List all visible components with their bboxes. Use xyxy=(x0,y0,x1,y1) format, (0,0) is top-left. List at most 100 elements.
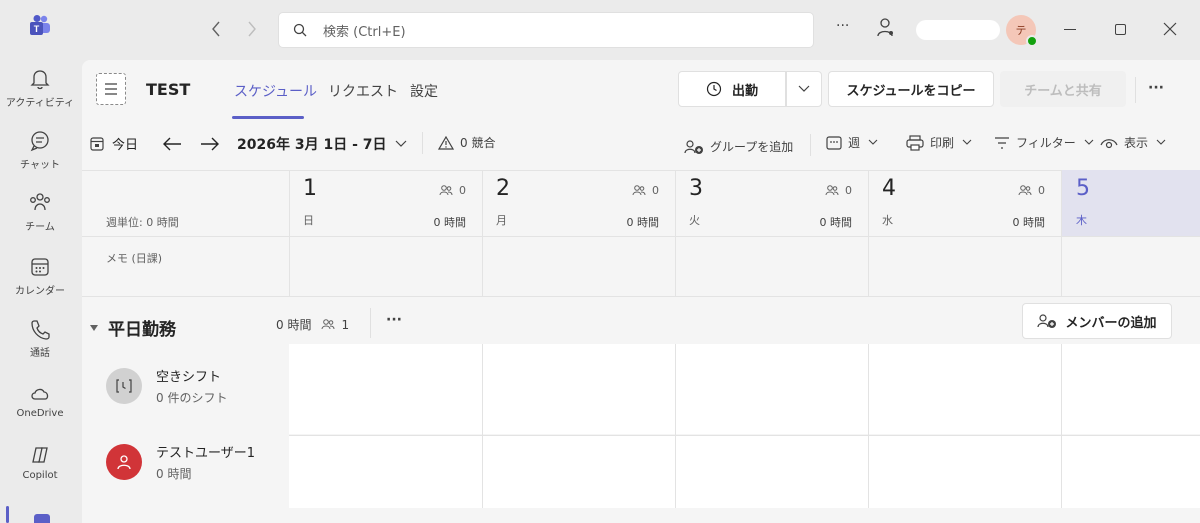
memo-label[interactable]: メモ (日課) xyxy=(106,250,162,266)
rail-label: チーム xyxy=(25,222,55,233)
day-member-count: 0 xyxy=(825,184,852,197)
day-member-count: 0 xyxy=(1018,184,1045,197)
day-header[interactable]: 4 0 水 0 時間 xyxy=(868,170,1061,236)
day-member-count: 0 xyxy=(632,184,659,197)
day-header[interactable]: 1 0 日 0 時間 xyxy=(289,170,482,236)
app-rail: アクティビティ チャット チーム カレンダー 通話 OneDrive Copil… xyxy=(0,60,80,523)
today-button[interactable]: 今日 xyxy=(90,134,138,153)
add-group-button[interactable]: グループを追加 xyxy=(684,138,793,155)
filter-label: フィルター xyxy=(1016,136,1076,150)
minimize-icon[interactable] xyxy=(1064,29,1076,30)
day-name: 木 xyxy=(1076,214,1087,227)
divider xyxy=(868,344,869,508)
tab-requests[interactable]: リクエスト xyxy=(328,81,398,101)
divider xyxy=(370,308,371,338)
day-hours: 0 時間 xyxy=(1012,216,1046,229)
day-header-today[interactable]: 5 木 xyxy=(1062,170,1200,236)
maximize-icon[interactable] xyxy=(1115,24,1126,35)
rail-label: 通話 xyxy=(30,348,50,359)
shifts-app-icon[interactable] xyxy=(34,514,50,523)
chevron-down-icon xyxy=(962,139,972,146)
day-hours: 0 時間 xyxy=(626,216,660,229)
more-actions-button[interactable]: ··· xyxy=(1148,80,1164,96)
title-bar: T 検索 (Ctrl+E) ··· テ xyxy=(0,0,1200,60)
next-week-arrow-icon[interactable] xyxy=(200,136,220,152)
back-arrow-icon[interactable] xyxy=(210,20,222,38)
divider xyxy=(1061,344,1062,508)
clock-in-label: 出勤 xyxy=(731,83,758,99)
rail-label: アクティビティ xyxy=(5,98,75,109)
member-count-value: 0 xyxy=(652,184,659,197)
group-collapse-toggle[interactable]: 平日勤務 xyxy=(90,315,176,340)
date-range-picker[interactable]: 2026年 3月 1日 - 7日 xyxy=(237,134,407,154)
print-dropdown[interactable]: 印刷 xyxy=(906,134,972,151)
search-icon xyxy=(293,23,307,37)
calendar-today-icon xyxy=(90,136,104,151)
clock-in-button[interactable]: 出勤 xyxy=(678,71,786,107)
active-tab-indicator xyxy=(232,116,304,119)
open-shifts-row-cells[interactable] xyxy=(289,344,1200,434)
view-label: 週 xyxy=(848,136,861,150)
printer-icon xyxy=(906,134,924,151)
previous-week-arrow-icon[interactable] xyxy=(162,136,182,152)
search-box[interactable]: 検索 (Ctrl+E) xyxy=(278,12,814,48)
add-member-button[interactable]: メンバーの追加 xyxy=(1022,303,1172,339)
divider xyxy=(1135,77,1136,103)
row-name: テストユーザー1 xyxy=(156,446,256,461)
account-name-pill[interactable] xyxy=(916,20,1000,40)
rail-item-activity[interactable]: アクティビティ xyxy=(0,68,80,109)
clock-in-dropdown[interactable] xyxy=(786,71,822,107)
day-name: 火 xyxy=(689,214,700,227)
rail-item-onedrive[interactable]: OneDrive xyxy=(0,382,80,419)
tab-settings[interactable]: 設定 xyxy=(410,81,438,101)
member-count-value: 0 xyxy=(1038,184,1045,197)
rail-label: カレンダー xyxy=(15,286,65,297)
forward-arrow-icon[interactable] xyxy=(246,20,258,38)
rail-item-chat[interactable]: チャット xyxy=(0,130,80,171)
day-number: 2 xyxy=(496,176,510,201)
date-range-label: 2026年 3月 1日 - 7日 xyxy=(237,137,387,153)
open-shifts-row[interactable]: 空きシフト 0 件のシフト xyxy=(106,366,227,406)
day-name: 水 xyxy=(882,214,893,227)
rail-item-copilot[interactable]: Copilot xyxy=(0,444,80,481)
day-hours: 0 時間 xyxy=(433,216,467,229)
open-shift-icon xyxy=(116,378,132,394)
day-name: 日 xyxy=(303,214,314,227)
tab-schedule[interactable]: スケジュール xyxy=(234,81,317,101)
group-more-button[interactable]: ··· xyxy=(386,312,402,328)
rail-label: Copilot xyxy=(22,470,58,481)
divider xyxy=(810,134,811,156)
rail-label: チャット xyxy=(20,160,60,171)
copy-schedule-button[interactable]: スケジュールをコピー xyxy=(828,71,994,107)
user-row[interactable]: テストユーザー1 0 時間 xyxy=(106,442,255,482)
calendar-icon xyxy=(0,256,80,278)
filter-dropdown[interactable]: フィルター xyxy=(994,134,1094,151)
onedrive-icon xyxy=(0,382,80,404)
conflicts-indicator[interactable]: 0 競合 xyxy=(438,134,495,151)
profile-avatar[interactable]: テ xyxy=(1006,15,1038,47)
week-unit-hours: 週単位: 0 時間 xyxy=(106,216,179,229)
rail-item-calls[interactable]: 通話 xyxy=(0,318,80,359)
view-week-dropdown[interactable]: 週 xyxy=(826,134,878,151)
share-with-team-button[interactable]: チームと共有 xyxy=(1000,71,1126,107)
divider xyxy=(422,132,423,154)
day-header[interactable]: 2 0 月 0 時間 xyxy=(482,170,675,236)
rail-item-calendar[interactable]: カレンダー xyxy=(0,256,80,297)
day-header[interactable]: 3 0 火 0 時間 xyxy=(675,170,868,236)
people-settings-icon[interactable] xyxy=(876,17,896,39)
copilot-icon xyxy=(0,444,80,466)
more-options-button[interactable]: ··· xyxy=(836,18,849,34)
rail-item-teams[interactable]: チーム xyxy=(0,192,80,233)
display-dropdown[interactable]: 表示 xyxy=(1100,134,1166,151)
chevron-down-icon xyxy=(868,139,878,146)
person-icon xyxy=(116,454,132,470)
day-number: 4 xyxy=(882,176,896,201)
day-number: 1 xyxy=(303,176,317,201)
day-name: 月 xyxy=(496,214,507,227)
user-row-cells[interactable] xyxy=(289,436,1200,508)
chevron-down-icon xyxy=(1084,139,1094,146)
close-icon[interactable] xyxy=(1163,22,1177,36)
svg-text:T: T xyxy=(34,24,40,34)
menu-toggle-button[interactable] xyxy=(96,73,126,105)
member-count-value: 0 xyxy=(845,184,852,197)
